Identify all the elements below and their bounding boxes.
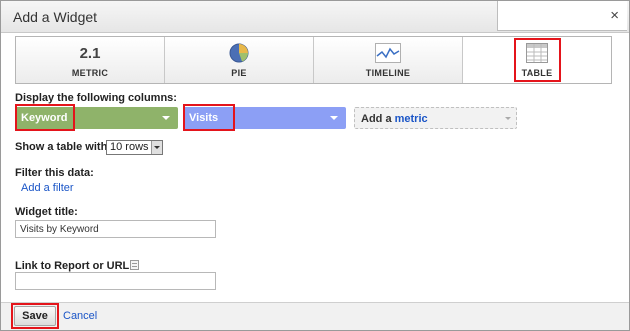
table-highlight-box (514, 38, 561, 82)
save-highlight-box (11, 303, 59, 329)
rows-value: 10 rows (110, 141, 149, 153)
add-metric-select[interactable]: Add a metric (354, 107, 517, 129)
widget-type-pie[interactable]: PIE (165, 37, 314, 83)
widget-type-label: TIMELINE (365, 68, 411, 78)
visits-highlight-box (183, 104, 235, 131)
document-icon[interactable] (130, 260, 139, 270)
close-area: × (497, 1, 627, 31)
keyword-highlight-box (15, 104, 75, 131)
timeline-icon (375, 42, 401, 64)
chevron-down-icon (505, 117, 511, 120)
close-icon[interactable]: × (610, 7, 619, 24)
rows-label: Show a table with (15, 141, 108, 153)
filter-label: Filter this data: (15, 167, 94, 179)
report-link-label: Link to Report or URL: (15, 260, 133, 272)
cancel-link[interactable]: Cancel (63, 310, 97, 322)
add-metric-prefix: Add a (361, 113, 395, 125)
pie-chart-icon (228, 42, 250, 64)
chevron-down-icon (162, 116, 170, 120)
widget-type-timeline[interactable]: TIMELINE (314, 37, 463, 83)
chevron-down-icon (151, 141, 162, 154)
chevron-down-icon (330, 116, 338, 120)
widget-type-label: PIE (231, 68, 247, 78)
widget-title-input[interactable] (15, 220, 216, 238)
add-widget-dialog: Add a Widget × 2.1 METRIC PIE TIMELINE T… (0, 0, 630, 331)
rows-select[interactable]: 10 rows (106, 140, 163, 155)
report-link-input[interactable] (15, 272, 216, 290)
metric-icon: 2.1 (79, 44, 101, 62)
add-filter-link[interactable]: Add a filter (21, 182, 74, 194)
widget-title-label: Widget title: (15, 206, 78, 218)
dialog-title: Add a Widget (13, 9, 98, 25)
widget-type-label: METRIC (71, 68, 109, 78)
add-metric-link: metric (394, 113, 428, 125)
columns-label: Display the following columns: (15, 92, 177, 104)
widget-type-metric[interactable]: 2.1 METRIC (16, 37, 165, 83)
